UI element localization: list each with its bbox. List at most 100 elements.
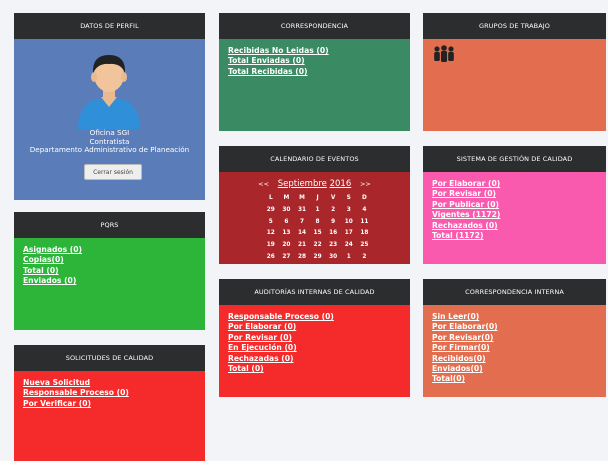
link-recibidos[interactable]: Recibidos(0) (432, 354, 597, 364)
calendar-prev-button[interactable]: << (258, 180, 269, 188)
profile-department: Departamento Administrativo de Planeació… (29, 145, 190, 155)
calendar-day[interactable]: 7 (294, 217, 310, 229)
interna-links: Sin Leer(0) Por Elaborar(0) Por Revisar(… (423, 305, 606, 397)
calendar-day[interactable]: 18 (357, 228, 373, 240)
correspondencia-panel: CORRESPONDENCIA Recibidas No Leidas (0) … (219, 13, 410, 131)
link-nueva-solicitud[interactable]: Nueva Solicitud (23, 378, 196, 388)
link-por-publicar[interactable]: Por Publicar (0) (432, 200, 597, 210)
calendar-grid: L M M J V S D 29 30 31 1 2 3 4 5 6 7 8 9 10 11 12 13 14 15 16 17 18… (263, 193, 372, 264)
link-interna-enviados[interactable]: Enviados(0) (432, 364, 597, 374)
solicitudes-panel: SOLICITUDES DE CALIDAD Nueva Solicitud R… (14, 345, 205, 461)
link-interna-por-elaborar[interactable]: Por Elaborar(0) (432, 322, 597, 332)
interna-panel: CORRESPONDENCIA INTERNA Sin Leer(0) Por … (423, 279, 606, 397)
link-enviados[interactable]: Enviados (0) (23, 276, 196, 286)
calendar-weekday: V (330, 195, 336, 201)
link-copias[interactable]: Copias(0) (23, 255, 196, 265)
calendar-day[interactable]: 8 (310, 217, 326, 229)
link-auditoria-responsable[interactable]: Responsable Proceso (0) (228, 312, 401, 322)
calendar-day[interactable]: 29 (310, 252, 326, 264)
interna-title: CORRESPONDENCIA INTERNA (423, 279, 606, 305)
link-total[interactable]: Total (0) (23, 266, 196, 276)
link-auditoria-rechazadas[interactable]: Rechazadas (0) (228, 354, 401, 364)
calendar-day[interactable]: 23 (325, 240, 341, 252)
user-avatar-icon (74, 49, 144, 129)
group-people-icon[interactable] (433, 45, 455, 67)
profile-panel: DATOS DE PERFIL Oficina SGI Contratista … (14, 13, 205, 200)
calendar-day[interactable]: 17 (341, 228, 357, 240)
calendar-day[interactable]: 30 (279, 205, 295, 217)
link-total-calidad[interactable]: Total (1172) (432, 231, 597, 241)
link-interna-por-revisar[interactable]: Por Revisar(0) (432, 333, 597, 343)
calendar-day[interactable]: 3 (341, 205, 357, 217)
calendar-day[interactable]: 12 (263, 228, 279, 240)
calendar-title: CALENDARIO DE EVENTOS (219, 146, 410, 172)
profile-info: Oficina SGI Contratista Departamento Adm… (14, 128, 205, 155)
calendar-day[interactable]: 24 (341, 240, 357, 252)
calendar-next-button[interactable]: >> (360, 180, 371, 188)
calendar-day[interactable]: 2 (357, 252, 373, 264)
link-asignados[interactable]: Asignados (0) (23, 245, 196, 255)
link-vigentes[interactable]: Vigentes (1172) (432, 210, 597, 220)
profile-panel-title: DATOS DE PERFIL (14, 13, 205, 39)
link-responsable-proceso[interactable]: Responsable Proceso (0) (23, 388, 196, 398)
calendar-day[interactable]: 5 (263, 217, 279, 229)
link-por-revisar[interactable]: Por Revisar (0) (432, 189, 597, 199)
link-auditoria-total[interactable]: Total (0) (228, 364, 401, 374)
calendar-panel: CALENDARIO DE EVENTOS << Septiembre 2016… (219, 146, 410, 264)
calendar-weekday: D (361, 195, 367, 201)
calendar-month[interactable]: Septiembre (278, 179, 327, 189)
pqrs-links: Asignados (0) Copias(0) Total (0) Enviad… (14, 238, 205, 330)
pqrs-title: PQRs (14, 212, 205, 238)
solicitudes-title: SOLICITUDES DE CALIDAD (14, 345, 205, 371)
link-por-elaborar[interactable]: Por Elaborar (0) (432, 179, 597, 189)
calendar-day[interactable]: 2 (325, 205, 341, 217)
link-sin-leer[interactable]: Sin Leer(0) (432, 312, 597, 322)
calendar-header: << Septiembre 2016 >> (219, 179, 410, 189)
link-por-verificar[interactable]: Por Verificar (0) (23, 399, 196, 409)
calidad-panel: SISTEMA DE GESTIÓN DE CALIDAD Por Elabor… (423, 146, 606, 264)
correspondencia-title: CORRESPONDENCIA (219, 13, 410, 39)
auditorias-panel: AUDITORÍAS INTERNAS DE CALIDAD Responsab… (219, 279, 410, 397)
calendar-day[interactable]: 25 (357, 240, 373, 252)
calendar-day[interactable]: 13 (279, 228, 295, 240)
calendar-day[interactable]: 26 (263, 252, 279, 264)
calendar-weekday: M (283, 195, 290, 201)
logout-button[interactable]: Cerrar sesión (84, 164, 142, 180)
calendar-weekday: M (299, 195, 305, 201)
calendar-day[interactable]: 6 (279, 217, 295, 229)
calendar-day[interactable]: 27 (279, 252, 295, 264)
link-auditoria-en-ejecucion[interactable]: En Ejecución (0) (228, 343, 401, 353)
calendar-day[interactable]: 14 (294, 228, 310, 240)
calendar-day[interactable]: 30 (325, 252, 341, 264)
calendar-year[interactable]: 2016 (330, 179, 352, 189)
calendar-day[interactable]: 10 (341, 217, 357, 229)
grupos-title: GRUPOS DE TRABAJO (423, 13, 606, 39)
calendar-weekday: L (268, 195, 273, 201)
calendar-day[interactable]: 29 (263, 205, 279, 217)
calendar-day[interactable]: 4 (357, 205, 373, 217)
correspondencia-links: Recibidas No Leidas (0) Total Enviadas (… (219, 39, 410, 131)
calendar-day[interactable]: 21 (294, 240, 310, 252)
link-total-recibidas[interactable]: Total Recibidas (0) (228, 67, 401, 77)
calendar-day[interactable]: 20 (279, 240, 295, 252)
calendar-day[interactable]: 19 (263, 240, 279, 252)
link-por-firmar[interactable]: Por Firmar(0) (432, 343, 597, 353)
calendar-day[interactable]: 15 (310, 228, 326, 240)
link-total-enviadas[interactable]: Total Enviadas (0) (228, 56, 401, 66)
calendar-day[interactable]: 22 (310, 240, 326, 252)
calendar-day[interactable]: 11 (357, 217, 373, 229)
calendar-day[interactable]: 28 (294, 252, 310, 264)
calendar-day[interactable]: 31 (294, 205, 310, 217)
calendar-day[interactable]: 16 (325, 228, 341, 240)
pqrs-panel: PQRs Asignados (0) Copias(0) Total (0) E… (14, 212, 205, 330)
calendar-day[interactable]: 1 (341, 252, 357, 264)
calidad-title: SISTEMA DE GESTIÓN DE CALIDAD (423, 146, 606, 172)
link-recibidas-no-leidas[interactable]: Recibidas No Leidas (0) (228, 46, 401, 56)
link-auditoria-por-elaborar[interactable]: Por Elaborar (0) (228, 322, 401, 332)
calendar-day[interactable]: 1 (310, 205, 326, 217)
link-interna-total[interactable]: Total(0) (432, 374, 597, 384)
calendar-day[interactable]: 9 (325, 217, 341, 229)
calidad-links: Por Elaborar (0) Por Revisar (0) Por Pub… (423, 172, 606, 264)
link-rechazados[interactable]: Rechazados (0) (432, 221, 597, 231)
link-auditoria-por-revisar[interactable]: Por Revisar (0) (228, 333, 401, 343)
